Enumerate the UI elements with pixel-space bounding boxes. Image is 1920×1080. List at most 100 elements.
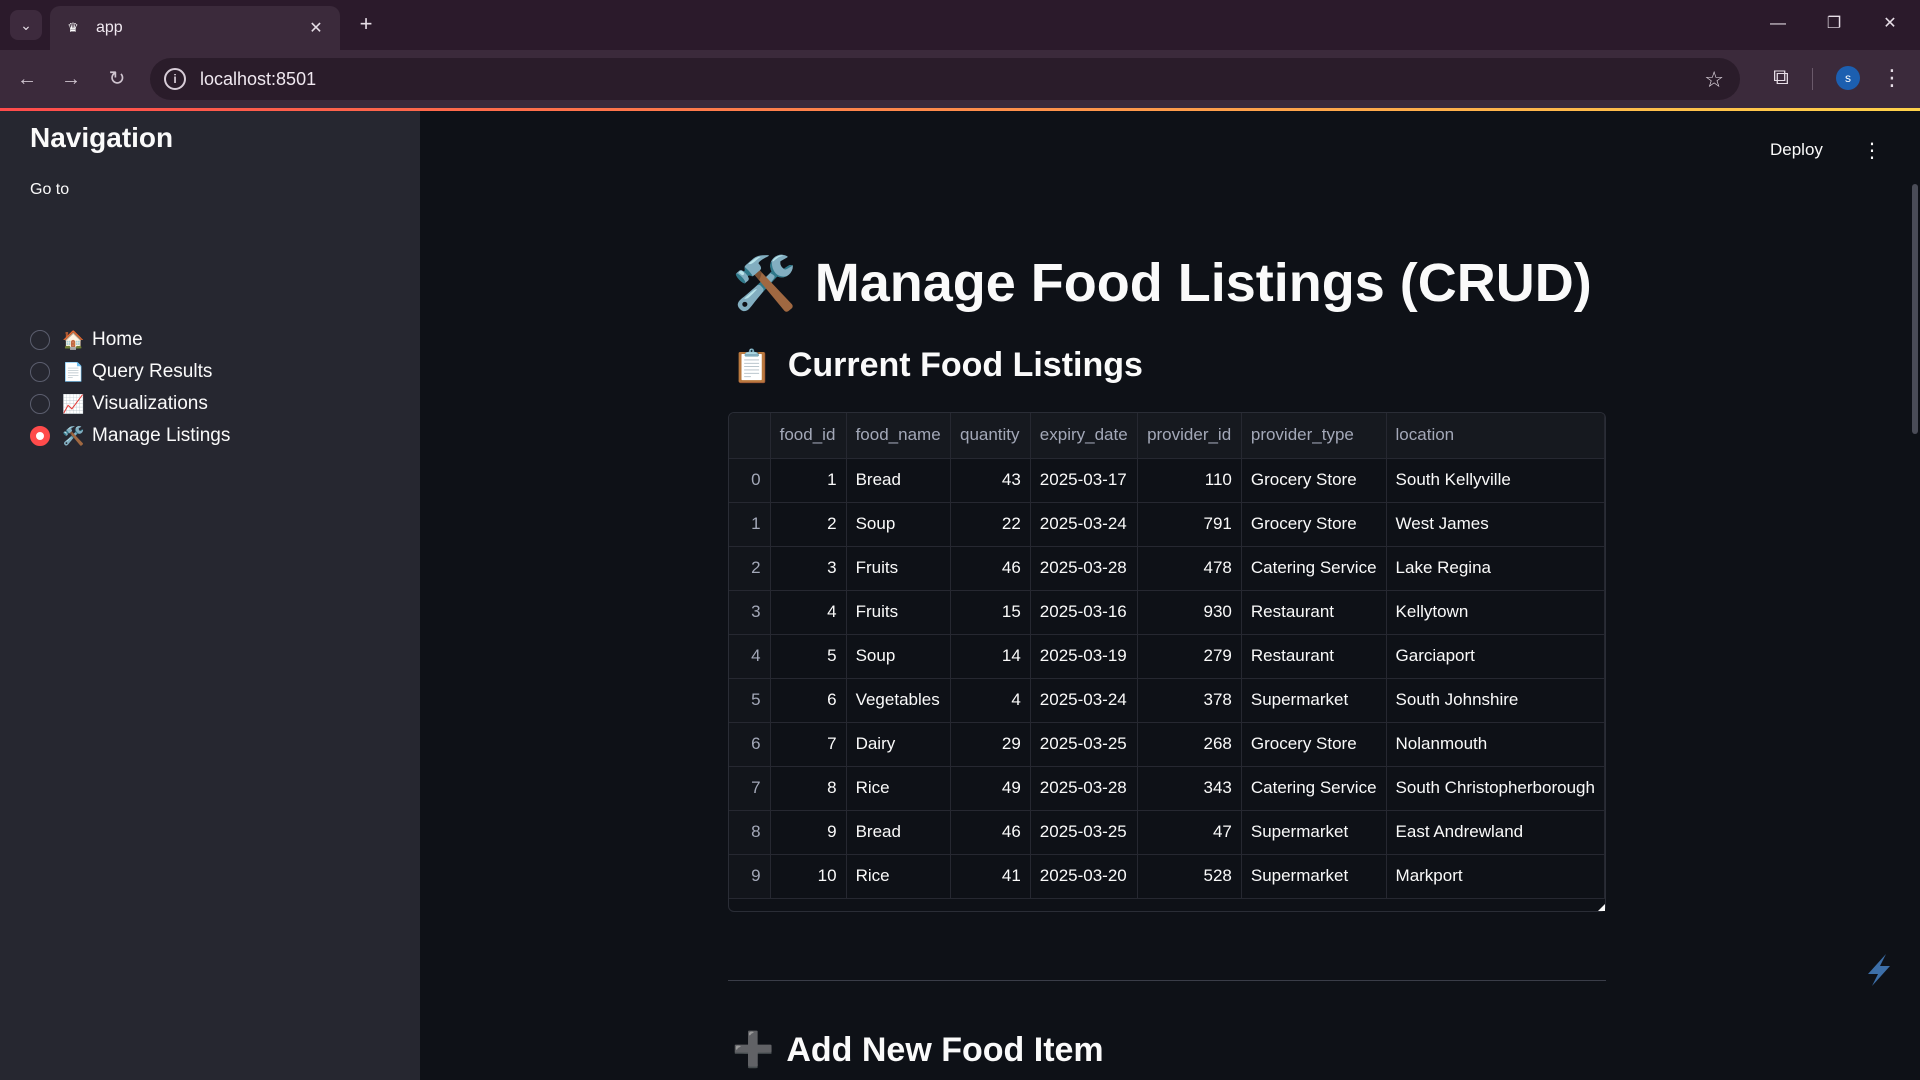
table-cell[interactable]: 2025-03-19 bbox=[1030, 634, 1139, 679]
table-cell[interactable]: Catering Service bbox=[1241, 766, 1387, 811]
table-cell[interactable]: 2025-03-28 bbox=[1030, 546, 1139, 591]
column-header[interactable]: food_id bbox=[770, 413, 847, 459]
table-cell[interactable]: 2 bbox=[770, 502, 847, 547]
row-index-cell[interactable]: 3 bbox=[729, 590, 771, 635]
row-index-cell[interactable]: 0 bbox=[729, 458, 771, 503]
table-cell[interactable]: Grocery Store bbox=[1241, 458, 1387, 503]
table-cell[interactable]: Nolanmouth bbox=[1386, 722, 1605, 767]
table-cell[interactable]: 2025-03-28 bbox=[1030, 766, 1139, 811]
dataframe[interactable]: food_id food_name quantity expiry_date p… bbox=[728, 412, 1606, 912]
table-cell[interactable]: Dairy bbox=[846, 722, 951, 767]
column-header[interactable]: food_name bbox=[846, 413, 951, 459]
table-cell[interactable]: 49 bbox=[950, 766, 1031, 811]
column-header[interactable]: provider_type bbox=[1241, 413, 1387, 459]
sidebar-item-query-results[interactable]: 📄 Query Results bbox=[30, 359, 212, 385]
table-cell[interactable]: Markport bbox=[1386, 854, 1605, 899]
table-cell[interactable]: 22 bbox=[950, 502, 1031, 547]
table-cell[interactable]: 6 bbox=[770, 678, 847, 723]
resize-handle[interactable] bbox=[1598, 904, 1605, 911]
table-cell[interactable]: 7 bbox=[770, 722, 847, 767]
table-cell[interactable]: 14 bbox=[950, 634, 1031, 679]
new-tab-button[interactable]: + bbox=[354, 12, 378, 36]
reload-icon[interactable]: ↻ bbox=[102, 64, 132, 94]
minimize-icon[interactable]: — bbox=[1758, 10, 1798, 38]
table-cell[interactable]: South Christopherborough bbox=[1386, 766, 1605, 811]
bookmark-star-icon[interactable]: ☆ bbox=[1704, 67, 1724, 93]
table-cell[interactable]: South Kellyville bbox=[1386, 458, 1605, 503]
table-cell[interactable]: 47 bbox=[1137, 810, 1242, 855]
table-cell[interactable]: Grocery Store bbox=[1241, 722, 1387, 767]
close-tab-icon[interactable]: ✕ bbox=[306, 18, 326, 38]
column-header[interactable]: expiry_date bbox=[1030, 413, 1139, 459]
table-cell[interactable]: 46 bbox=[950, 810, 1031, 855]
close-window-icon[interactable]: ✕ bbox=[1870, 10, 1910, 38]
radio-button[interactable] bbox=[30, 330, 50, 350]
table-cell[interactable]: 2025-03-17 bbox=[1030, 458, 1139, 503]
table-cell[interactable]: 930 bbox=[1137, 590, 1242, 635]
row-index-cell[interactable]: 5 bbox=[729, 678, 771, 723]
table-cell[interactable]: Vegetables bbox=[846, 678, 951, 723]
table-cell[interactable]: Lake Regina bbox=[1386, 546, 1605, 591]
table-cell[interactable]: East Andrewland bbox=[1386, 810, 1605, 855]
table-cell[interactable]: 9 bbox=[770, 810, 847, 855]
table-cell[interactable]: 378 bbox=[1137, 678, 1242, 723]
table-cell[interactable]: 528 bbox=[1137, 854, 1242, 899]
column-header[interactable]: provider_id bbox=[1137, 413, 1242, 459]
table-cell[interactable]: 2025-03-16 bbox=[1030, 590, 1139, 635]
browser-menu-icon[interactable]: ⋮ bbox=[1880, 64, 1904, 92]
table-cell[interactable]: Supermarket bbox=[1241, 854, 1387, 899]
table-cell[interactable]: 3 bbox=[770, 546, 847, 591]
table-cell[interactable]: 2025-03-25 bbox=[1030, 810, 1139, 855]
table-cell[interactable]: 15 bbox=[950, 590, 1031, 635]
back-icon[interactable]: ← bbox=[12, 64, 42, 94]
table-cell[interactable]: 8 bbox=[770, 766, 847, 811]
deploy-button[interactable]: Deploy bbox=[1770, 140, 1823, 160]
table-cell[interactable]: 29 bbox=[950, 722, 1031, 767]
table-cell[interactable]: 1 bbox=[770, 458, 847, 503]
restore-icon[interactable]: ❐ bbox=[1814, 10, 1854, 38]
table-cell[interactable]: 791 bbox=[1137, 502, 1242, 547]
row-index-cell[interactable]: 9 bbox=[729, 854, 771, 899]
table-cell[interactable]: Supermarket bbox=[1241, 678, 1387, 723]
main-menu-icon[interactable]: ⋮ bbox=[1862, 138, 1882, 163]
table-cell[interactable]: Soup bbox=[846, 634, 951, 679]
row-index-cell[interactable]: 8 bbox=[729, 810, 771, 855]
forward-icon[interactable]: → bbox=[56, 64, 86, 94]
table-cell[interactable]: 279 bbox=[1137, 634, 1242, 679]
table-cell[interactable]: Rice bbox=[846, 854, 951, 899]
table-cell[interactable]: 268 bbox=[1137, 722, 1242, 767]
tab-search-button[interactable]: ⌄ bbox=[10, 10, 42, 40]
table-cell[interactable]: 46 bbox=[950, 546, 1031, 591]
table-cell[interactable]: Soup bbox=[846, 502, 951, 547]
table-cell[interactable]: Fruits bbox=[846, 590, 951, 635]
profile-avatar[interactable]: s bbox=[1836, 66, 1860, 90]
table-cell[interactable]: Rice bbox=[846, 766, 951, 811]
table-cell[interactable]: 2025-03-20 bbox=[1030, 854, 1139, 899]
table-cell[interactable]: 10 bbox=[770, 854, 847, 899]
row-index-cell[interactable]: 4 bbox=[729, 634, 771, 679]
table-cell[interactable]: Grocery Store bbox=[1241, 502, 1387, 547]
table-cell[interactable]: Catering Service bbox=[1241, 546, 1387, 591]
column-header[interactable] bbox=[729, 413, 771, 459]
table-cell[interactable]: 41 bbox=[950, 854, 1031, 899]
table-cell[interactable]: 343 bbox=[1137, 766, 1242, 811]
scrollbar[interactable] bbox=[1912, 184, 1918, 434]
url-text[interactable]: localhost:8501 bbox=[200, 69, 316, 90]
radio-button[interactable] bbox=[30, 394, 50, 414]
radio-button[interactable] bbox=[30, 362, 50, 382]
table-cell[interactable]: 43 bbox=[950, 458, 1031, 503]
table-cell[interactable]: Garciaport bbox=[1386, 634, 1605, 679]
table-cell[interactable]: Bread bbox=[846, 458, 951, 503]
table-cell[interactable]: 4 bbox=[950, 678, 1031, 723]
row-index-cell[interactable]: 7 bbox=[729, 766, 771, 811]
table-cell[interactable]: 110 bbox=[1137, 458, 1242, 503]
row-index-cell[interactable]: 6 bbox=[729, 722, 771, 767]
sidebar-item-home[interactable]: 🏠 Home bbox=[30, 327, 143, 353]
table-cell[interactable]: Fruits bbox=[846, 546, 951, 591]
radio-button-selected[interactable] bbox=[30, 426, 50, 446]
site-info-icon[interactable]: i bbox=[164, 68, 186, 90]
streamlit-status-icon[interactable] bbox=[1864, 952, 1894, 988]
table-cell[interactable]: Supermarket bbox=[1241, 810, 1387, 855]
row-index-cell[interactable]: 2 bbox=[729, 546, 771, 591]
row-index-cell[interactable]: 1 bbox=[729, 502, 771, 547]
